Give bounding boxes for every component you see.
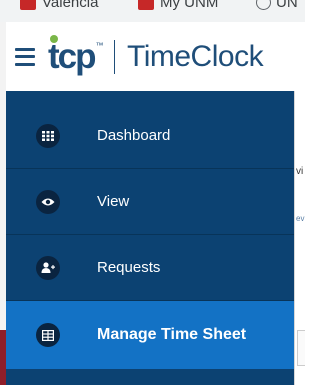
logo-accent-dot	[50, 35, 58, 43]
sidebar-item-label: Dashboard	[97, 127, 171, 144]
sidebar-item-label: Requests	[97, 259, 161, 276]
unm-logo-icon	[138, 0, 154, 10]
logo-divider	[113, 39, 115, 74]
logo-text: tcp	[48, 35, 96, 76]
sidebar-item-manage-time-sheet[interactable]: Manage Time Sheet	[6, 301, 294, 369]
sidebar-item-label: Manage Time Sheet	[97, 326, 247, 343]
bookmark-label: UN	[276, 0, 298, 11]
unm-logo-icon	[20, 0, 36, 10]
app-header: tcp ™ TimeClock	[6, 22, 305, 91]
table-icon	[36, 323, 60, 347]
sidebar-footer-area	[6, 369, 294, 385]
user-plus-icon	[36, 255, 60, 280]
bookmarks-bar: Valencia My UNM UN	[0, 0, 305, 22]
bookmark-un[interactable]: UN	[256, 0, 298, 11]
grid-icon	[36, 123, 60, 148]
bookmark-valencia[interactable]: Valencia	[20, 0, 98, 11]
sidebar-item-dashboard[interactable]: Dashboard	[6, 103, 294, 169]
sidebar-nav: Dashboard View Requests Manage Time Shee…	[6, 91, 294, 385]
hamburger-menu-icon[interactable]	[15, 47, 35, 66]
bookmark-label: Valencia	[42, 0, 99, 11]
trademark-mark: ™	[95, 41, 104, 50]
content-panel-fragment	[297, 330, 305, 366]
tcp-logo[interactable]: tcp ™ TimeClock	[48, 35, 264, 76]
content-text-fragment: vi	[296, 166, 304, 177]
eye-icon	[36, 189, 60, 214]
sidebar-item-requests[interactable]: Requests	[6, 235, 294, 301]
sidebar-item-label: View	[97, 193, 130, 210]
sidebar-item-view[interactable]: View	[6, 169, 294, 235]
bookmark-label: My UNM	[160, 0, 219, 11]
content-link-fragment[interactable]: ev	[296, 214, 305, 223]
background-window-edge	[0, 330, 6, 385]
bookmark-my-unm[interactable]: My UNM	[138, 0, 218, 11]
product-name: TimeClock	[127, 39, 264, 73]
globe-icon	[256, 0, 271, 10]
